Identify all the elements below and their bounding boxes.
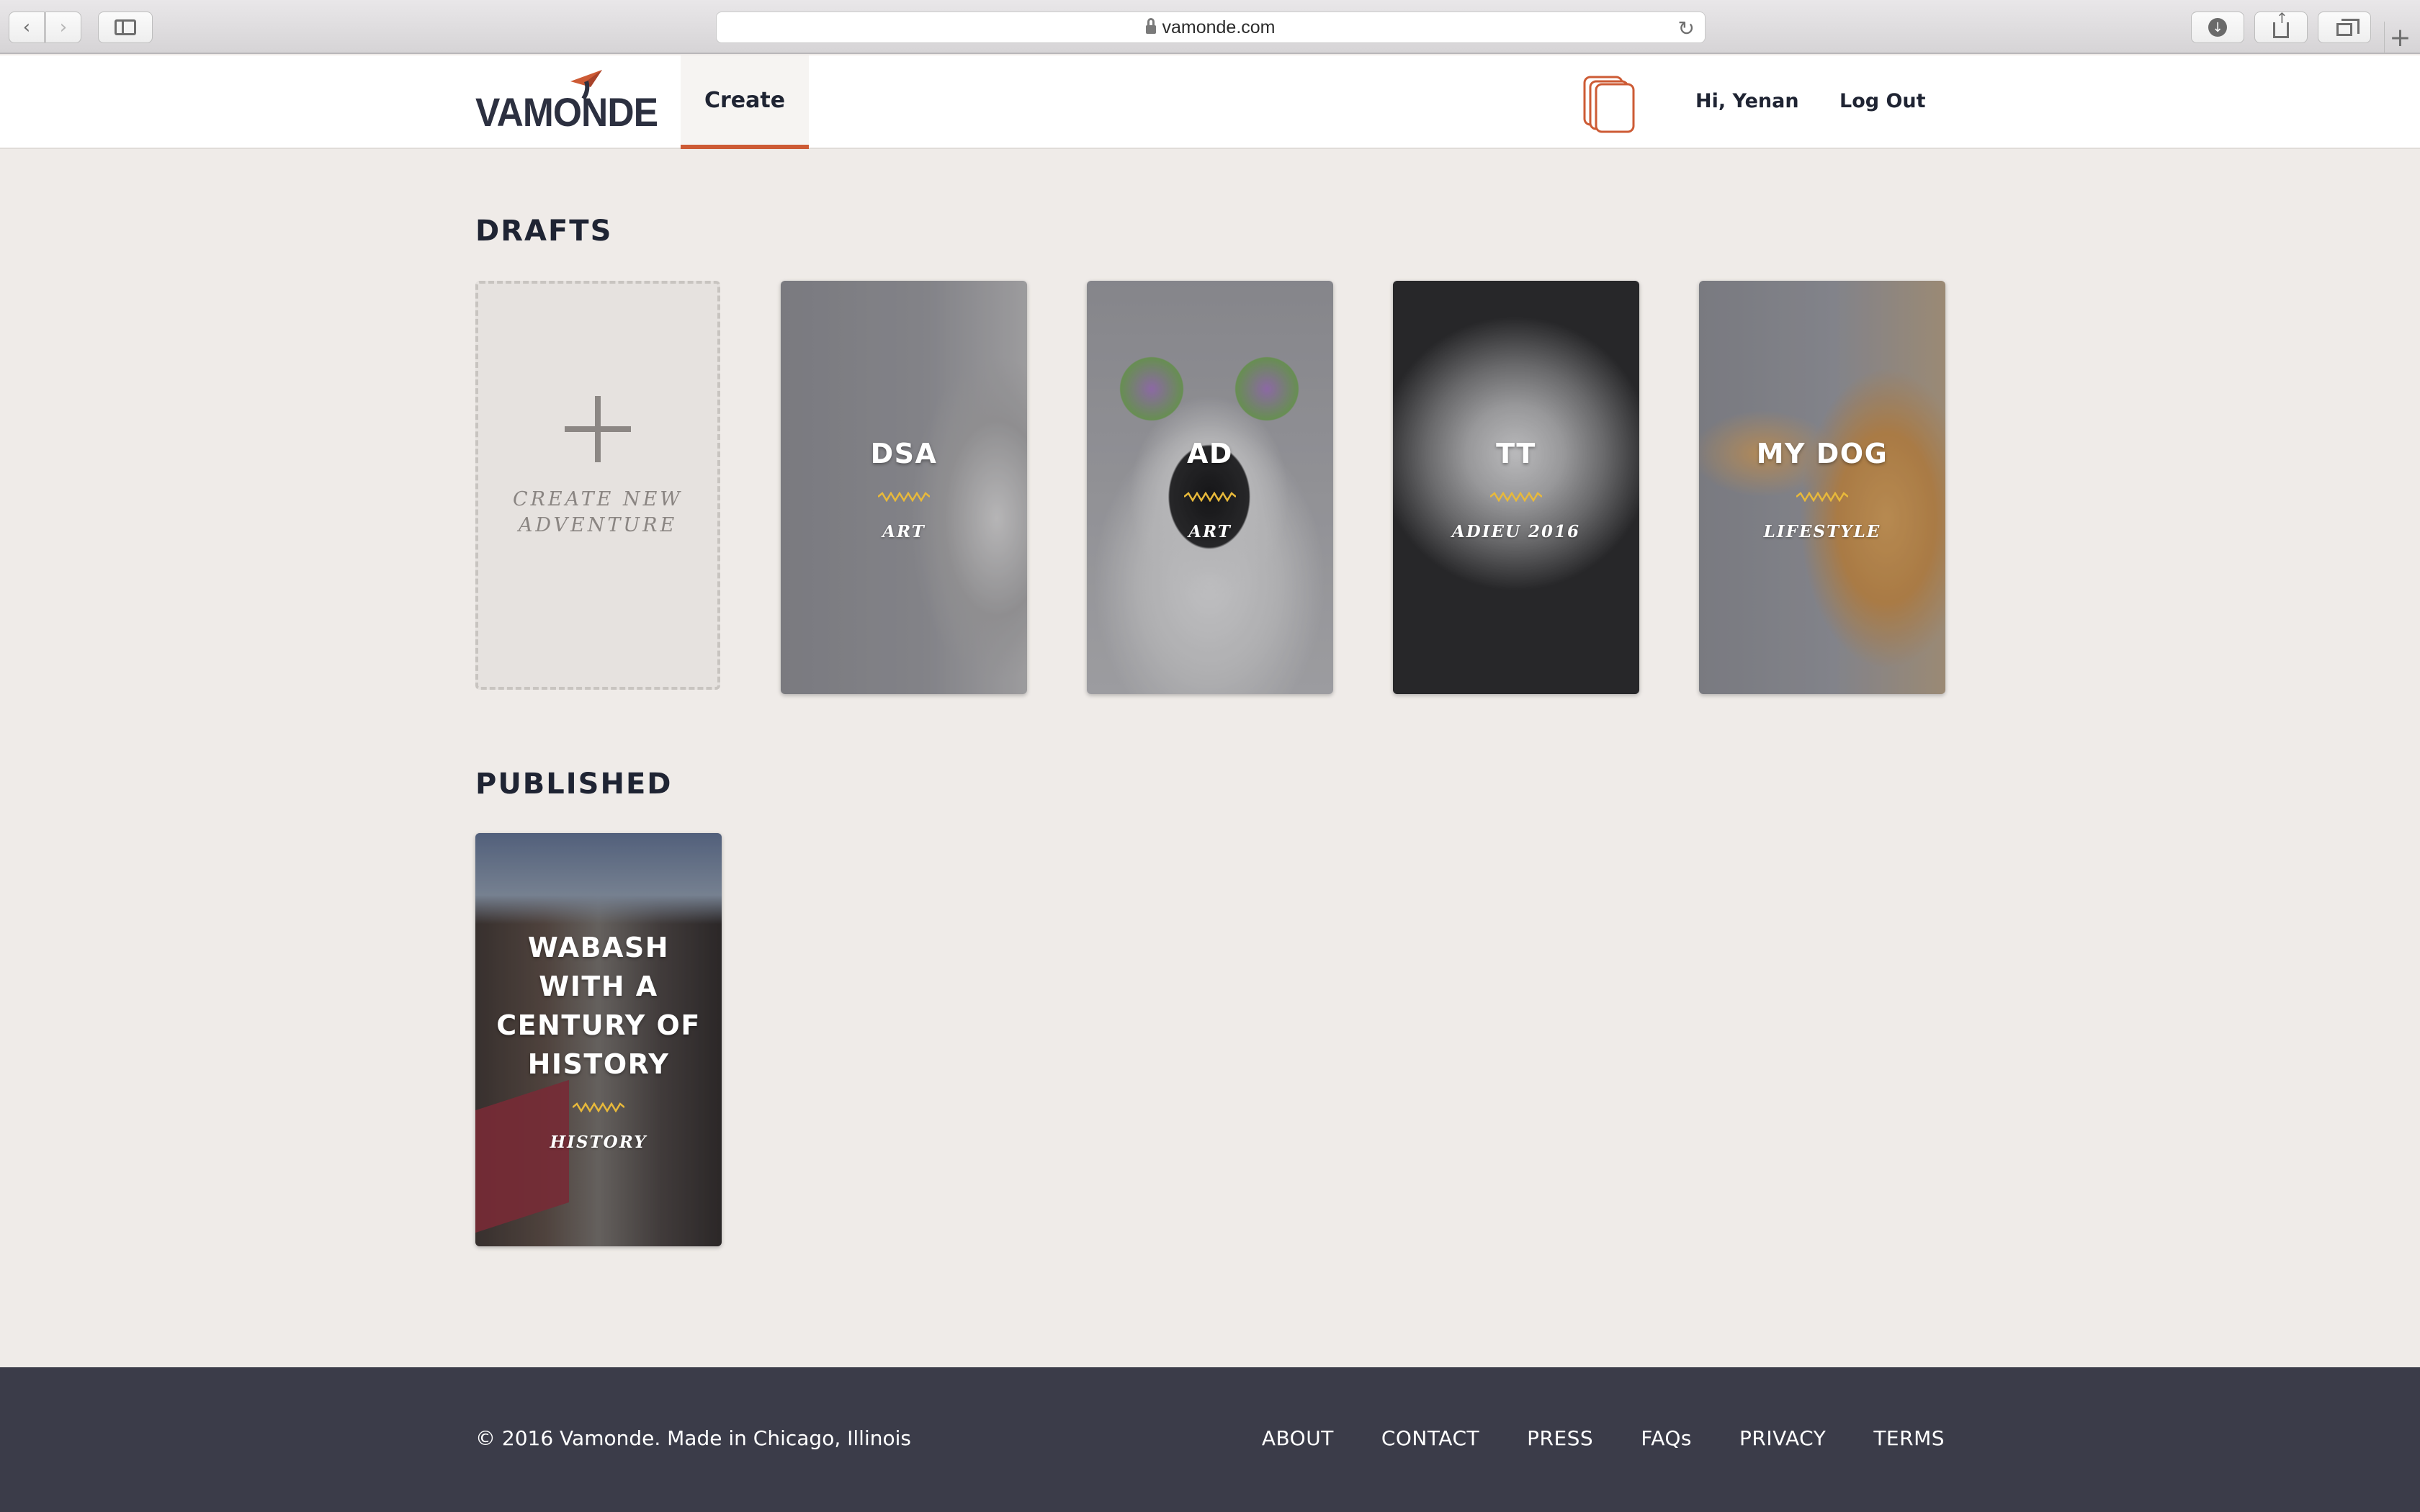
logo-text: VAMONDE (475, 89, 658, 135)
user-greeting[interactable]: Hi, Yenan (1695, 90, 1799, 112)
drafts-heading: DRAFTS (475, 215, 613, 248)
plus-icon (565, 396, 631, 462)
back-button[interactable]: ‹ (9, 12, 45, 43)
forward-button[interactable]: › (45, 12, 81, 43)
url-text: vamonde.com (1162, 17, 1276, 37)
site-footer: © 2016 Vamonde. Made in Chicago, Illinoi… (0, 1367, 2420, 1512)
vamonde-logo[interactable]: VAMONDE (475, 70, 658, 135)
card-category: HISTORY (550, 1132, 647, 1152)
tabs-icon (2336, 19, 2360, 36)
nav-create[interactable]: Create (681, 55, 809, 149)
footer-link-privacy[interactable]: PRIVACY (1739, 1426, 1826, 1450)
card-title: DSA (870, 437, 938, 469)
footer-link-contact[interactable]: CONTACT (1381, 1426, 1479, 1450)
new-tab-button[interactable]: + (2384, 22, 2416, 53)
footer-link-faqs[interactable]: FAQs (1641, 1426, 1692, 1450)
draft-card[interactable]: DSA ART (781, 281, 1027, 694)
squiggle-divider (573, 1102, 624, 1112)
sidebar-icon (115, 19, 136, 35)
card-category: ART (1188, 521, 1232, 541)
chevron-right-icon: › (59, 17, 68, 38)
card-category: ADIEU 2016 (1451, 521, 1581, 541)
card-title: AD (1187, 437, 1233, 469)
card-category: ART (882, 521, 926, 541)
card-title: MY DOG (1756, 437, 1888, 469)
site-header: VAMONDE Create Hi, Yenan Log Out (0, 55, 2420, 149)
card-category: LIFESTYLE (1763, 521, 1881, 541)
downloads-button[interactable]: ↓ (2191, 12, 2244, 43)
draft-card[interactable]: MY DOG LIFESTYLE (1699, 281, 1945, 694)
share-icon (2273, 9, 2289, 38)
browser-toolbar: ‹ › vamonde.com ↻ ↓ + (0, 0, 2420, 54)
footer-link-press[interactable]: PRESS (1527, 1426, 1593, 1450)
draft-card[interactable]: TT ADIEU 2016 (1393, 281, 1639, 694)
tab-overview-button[interactable] (2318, 12, 2371, 43)
lock-icon (1146, 18, 1157, 34)
squiggle-divider (1184, 491, 1236, 502)
copyright-text: © 2016 Vamonde. Made in Chicago, Illinoi… (475, 1426, 911, 1450)
reload-icon[interactable]: ↻ (1678, 17, 1695, 40)
draft-card[interactable]: AD ART (1087, 281, 1333, 694)
create-label-line2: ADVENTURE (518, 514, 678, 536)
create-new-adventure-button[interactable]: CREATE NEW ADVENTURE (475, 281, 720, 690)
download-icon: ↓ (2208, 18, 2227, 37)
chevron-left-icon: ‹ (22, 17, 31, 38)
footer-links: ABOUT CONTACT PRESS FAQs PRIVACY TERMS (1214, 1426, 1945, 1450)
squiggle-divider (1796, 491, 1848, 502)
logout-link[interactable]: Log Out (1839, 90, 1926, 112)
squiggle-divider (1490, 491, 1542, 502)
card-title: TT (1496, 437, 1536, 469)
create-label: CREATE NEW ADVENTURE (504, 487, 691, 539)
create-label-line1: CREATE NEW (512, 488, 684, 510)
stack-icon[interactable] (1582, 76, 1636, 133)
sidebar-toggle-button[interactable] (98, 12, 153, 43)
share-button[interactable] (2254, 9, 2308, 43)
footer-link-about[interactable]: ABOUT (1262, 1426, 1334, 1450)
published-heading: PUBLISHED (475, 768, 673, 801)
card-title: WABASH WITH A CENTURY OF HISTORY (496, 931, 701, 1080)
squiggle-divider (878, 491, 930, 502)
footer-link-terms[interactable]: TERMS (1873, 1426, 1945, 1450)
published-card[interactable]: WABASH WITH A CENTURY OF HISTORY HISTORY (475, 833, 722, 1246)
address-bar[interactable]: vamonde.com ↻ (716, 12, 1706, 43)
